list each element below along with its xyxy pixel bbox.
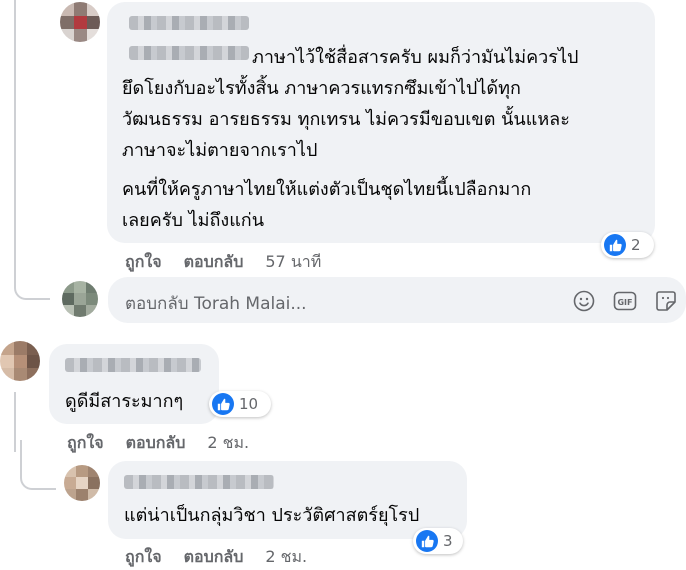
timestamp[interactable]: 2 ชม. — [265, 545, 307, 570]
reply-placeholder: ตอบกลับ Torah Malai... — [125, 294, 307, 314]
emoji-icon[interactable] — [572, 289, 596, 313]
reply-button[interactable]: ตอบกลับ — [184, 250, 244, 275]
sticker-icon[interactable] — [654, 289, 678, 313]
avatar[interactable] — [64, 465, 100, 501]
thread-connector — [14, 262, 50, 300]
like-button[interactable]: ถูกใจ — [125, 250, 162, 275]
thread-connector — [20, 440, 56, 490]
like-icon — [416, 530, 438, 552]
avatar[interactable] — [60, 2, 100, 42]
thread-line — [14, 0, 16, 283]
like-button[interactable]: ถูกใจ — [67, 431, 104, 456]
timestamp[interactable]: 57 นาที — [265, 250, 321, 275]
reaction-badge[interactable]: 10 — [209, 391, 271, 417]
like-button[interactable]: ถูกใจ — [125, 545, 162, 570]
reaction-count: 3 — [443, 532, 453, 550]
comment-text-line: ภาษาจะไม่ตายจากเราไป — [122, 140, 318, 161]
reaction-count: 2 — [631, 236, 641, 254]
reaction-count: 10 — [239, 395, 259, 413]
like-icon — [604, 234, 626, 256]
comment-text-line: คนที่ให้ครูภาษาไทยให้แต่งตัวเป็นชุดไทยนี… — [122, 179, 532, 200]
current-user-avatar — [62, 281, 98, 317]
comment-actions: ถูกใจ ตอบกลับ 2 ชม. — [67, 431, 249, 456]
comment-actions: ถูกใจ ตอบกลับ 2 ชม. — [125, 545, 307, 570]
author-name[interactable] — [129, 16, 249, 30]
svg-text:GIF: GIF — [617, 298, 632, 307]
author-name[interactable] — [65, 358, 201, 372]
author-name[interactable] — [129, 46, 249, 60]
reply-button[interactable]: ตอบกลับ — [184, 545, 244, 570]
author-name[interactable] — [124, 475, 274, 489]
comment-text-line: วัฒนธรรม อารยธรรม ทุกเทรน ไม่ควรมีขอบเขต… — [122, 109, 570, 130]
comment-text-line: เลยครับ ไม่ถึงแก่น — [122, 210, 264, 231]
timestamp[interactable]: 2 ชม. — [207, 431, 249, 456]
gif-icon[interactable]: GIF — [613, 289, 637, 313]
comment-text-line: ดูดีมีสาระมากๆ — [65, 391, 184, 412]
like-icon — [212, 393, 234, 415]
reply-button[interactable]: ตอบกลับ — [126, 431, 186, 456]
comment-actions: ถูกใจ ตอบกลับ 57 นาที — [125, 250, 321, 275]
comment-text-line: ภาษาไว้ใช้สื่อสารครับ ผมก็ว่ามันไม่ควรไป — [252, 47, 579, 68]
comment-text-line: แต่น่าเป็นกลุ่มวิชา ประวัติศาสตร์ยุโรป — [124, 505, 420, 526]
avatar[interactable] — [0, 341, 40, 381]
reaction-badge[interactable]: 3 — [413, 528, 463, 554]
comment-text-line: ยึดโยงกับอะไรทั้งสิ้น ภาษาควรแทรกซึมเข้า… — [122, 78, 521, 99]
reaction-badge[interactable]: 2 — [601, 232, 654, 258]
thread-line — [14, 392, 16, 452]
